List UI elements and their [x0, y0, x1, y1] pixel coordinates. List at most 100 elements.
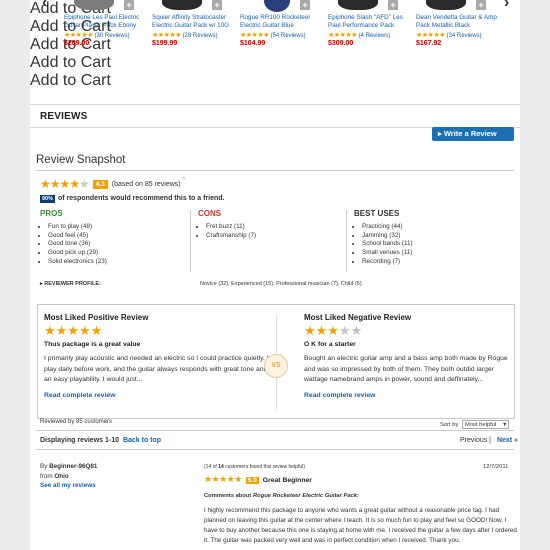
product-price: $167.92: [416, 40, 442, 47]
product-card[interactable]: + Squier Affinity Stratocaster Electric …: [152, 0, 238, 47]
best-uses-column: BEST USES Practicing (44) Jamming (32) S…: [354, 209, 504, 271]
list-item: Solid electronics (23): [48, 258, 180, 267]
product-card[interactable]: + Epiphone Les Paul Electric Guitar Play…: [64, 0, 150, 47]
product-name[interactable]: Rogue RR100 Rocketeer Electric Guitar Bl…: [240, 14, 326, 30]
add-to-cart-button[interactable]: Add to Cart: [30, 72, 520, 90]
pros-title: PROS: [40, 209, 63, 218]
compare-icon[interactable]: +: [124, 0, 134, 10]
reviews-heading: REVIEWS: [40, 111, 88, 122]
product-card[interactable]: + Rogue RR100 Rocketeer Electric Guitar …: [240, 0, 326, 47]
displaying-range: Displaying reviews 1-10 Back to top: [40, 437, 162, 444]
review-count[interactable]: (4 Reviews): [359, 33, 391, 39]
rating-stars-icon: ★★★★★: [240, 32, 269, 39]
review-count[interactable]: (54 Reviews): [271, 33, 306, 39]
compare-icon[interactable]: +: [388, 0, 398, 10]
list-item: Practicing (44): [362, 223, 504, 232]
product-card[interactable]: + Dean Vendetta Guitar & Amp Pack Metall…: [416, 0, 502, 47]
product-name[interactable]: Epiphone Slash "AFD" Les Paul Performanc…: [328, 14, 414, 30]
arrow-right-icon: ▸: [438, 129, 442, 138]
rating-score: 4.3: [92, 180, 108, 189]
list-item: Recording (7): [362, 258, 504, 267]
review-body: I highly recommend this package to anyon…: [204, 507, 517, 544]
reviews-header: REVIEWS: [30, 104, 520, 128]
list-item: Fret buzz (11): [206, 223, 338, 232]
rating-stars-icon: ★★★★★: [328, 32, 357, 39]
review-count[interactable]: (30 Reviews): [95, 33, 130, 39]
reviewer-location: Ohio: [54, 472, 69, 480]
product-image[interactable]: [162, 0, 202, 10]
cons-column: CONS Fret buzz (11) Craftsmanship (7): [198, 209, 338, 271]
product-name[interactable]: Dean Vendetta Guitar & Amp Pack Metallic…: [416, 14, 502, 30]
review-count[interactable]: (28 Reviews): [183, 33, 218, 39]
most-liked-negative: Most Liked Negative Review ★★★★★ O K for…: [298, 305, 514, 418]
rating-stars-icon: ★★★★★: [152, 32, 181, 39]
review-count[interactable]: (34 Reviews): [447, 33, 482, 39]
recommend-text: of respondents would recommend this to a…: [58, 195, 225, 202]
most-liked-reviews: Most Liked Positive Review ★★★★★ Thus pa…: [37, 304, 515, 419]
divider: [346, 210, 347, 272]
product-image[interactable]: [264, 0, 290, 12]
back-to-top-link[interactable]: Back to top: [123, 437, 161, 444]
review-rating: ★★★★★ 5.0 Great Beginner: [204, 474, 312, 485]
rating-score: 5.0: [245, 477, 259, 484]
carousel-next-icon[interactable]: ›: [504, 0, 509, 12]
pros-column: PROS Fun to play (48) Good feel (45) Goo…: [40, 209, 180, 271]
compare-icon[interactable]: +: [212, 0, 222, 10]
write-review-button[interactable]: ▸ Write a Review: [432, 127, 514, 141]
sort-select[interactable]: Most helpful: [462, 420, 510, 429]
list-item: Good pick up (29): [48, 249, 180, 258]
carousel-prev-icon[interactable]: ‹: [42, 0, 47, 12]
reviewer-name: Beginner-96Q81: [49, 463, 98, 470]
best-uses-title: BEST USES: [354, 209, 400, 218]
product-image[interactable]: [426, 0, 466, 10]
negative-heading: Most Liked Negative Review: [304, 313, 412, 322]
sort-control: Sort by Most helpful: [440, 420, 510, 429]
rating-stars-icon: ★★★★★: [44, 323, 103, 338]
reviewer-profile-values: Novice (32), Experienced (15), Professio…: [200, 281, 362, 287]
add-to-cart-button[interactable]: Add to Cart: [30, 54, 520, 72]
negative-excerpt: Bought an electric guitar amp and a bass…: [304, 355, 508, 383]
divider: [190, 210, 191, 272]
list-item: School bands (11): [362, 240, 504, 249]
compare-icon[interactable]: +: [300, 0, 310, 10]
product-name[interactable]: Epiphone Les Paul Electric Guitar Player…: [64, 14, 150, 30]
reviewed-by-count: Reviewed by 85 customers: [40, 419, 113, 425]
snapshot-title: Review Snapshot: [36, 154, 126, 166]
list-item: Good tone (36): [48, 240, 180, 249]
product-card[interactable]: + Epiphone Slash "AFD" Les Paul Performa…: [328, 0, 414, 47]
rating-stars-icon: ★★★★★: [40, 177, 90, 191]
recommend-stat: 90% of respondents would recommend this t…: [40, 195, 224, 203]
read-complete-review-link[interactable]: Read complete review: [304, 392, 375, 399]
cons-title: CONS: [198, 209, 222, 218]
list-item: Craftsmanship (7): [206, 232, 338, 241]
rating-stars-icon: ★★★★★: [416, 32, 445, 39]
next-page-link[interactable]: Next »: [497, 437, 518, 444]
rating-stars-icon: ★★★★★: [64, 32, 93, 39]
product-name: Rogue Rocketeer Electric Guitar Pack:: [252, 493, 359, 499]
divider: [36, 449, 514, 450]
reviewer-info: By Beginner-96Q81 from Ohio See all my r…: [40, 463, 98, 491]
product-name[interactable]: Squier Affinity Stratocaster Electric Gu…: [152, 14, 238, 30]
most-liked-positive: Most Liked Positive Review ★★★★★ Thus pa…: [38, 305, 276, 418]
write-review-label: Write a Review: [443, 129, 497, 138]
review-title: Great Beginner: [262, 477, 312, 484]
list-item: Good feel (45): [48, 232, 180, 241]
related-products-carousel: ‹ › + Epiphone Les Paul Electric Guitar …: [30, 0, 520, 89]
see-all-reviews-link[interactable]: See all my reviews: [40, 481, 97, 491]
product-price: $104.99: [240, 40, 266, 47]
divider: [36, 430, 514, 431]
rss-icon[interactable]: ᵊ: [183, 177, 185, 183]
list-item: Fun to play (48): [48, 223, 180, 232]
helpful-count: (14 of 14 customers found this review he…: [204, 464, 305, 470]
read-complete-review-link[interactable]: Read complete review: [44, 392, 115, 399]
sort-label: Sort by: [440, 422, 459, 428]
rating-stars-icon: ★★★★★: [204, 474, 242, 484]
compare-icon[interactable]: +: [476, 0, 486, 10]
reviewer-profile-toggle[interactable]: ▸ REVIEWER PROFILE:: [40, 281, 101, 287]
product-image[interactable]: [338, 0, 378, 10]
product-image[interactable]: [74, 0, 114, 10]
list-item: Small venues (11): [362, 249, 504, 258]
negative-title: O K for a starter: [304, 341, 356, 348]
vs-badge: VS: [264, 354, 288, 378]
review-date: 12/7/2011: [483, 464, 509, 470]
